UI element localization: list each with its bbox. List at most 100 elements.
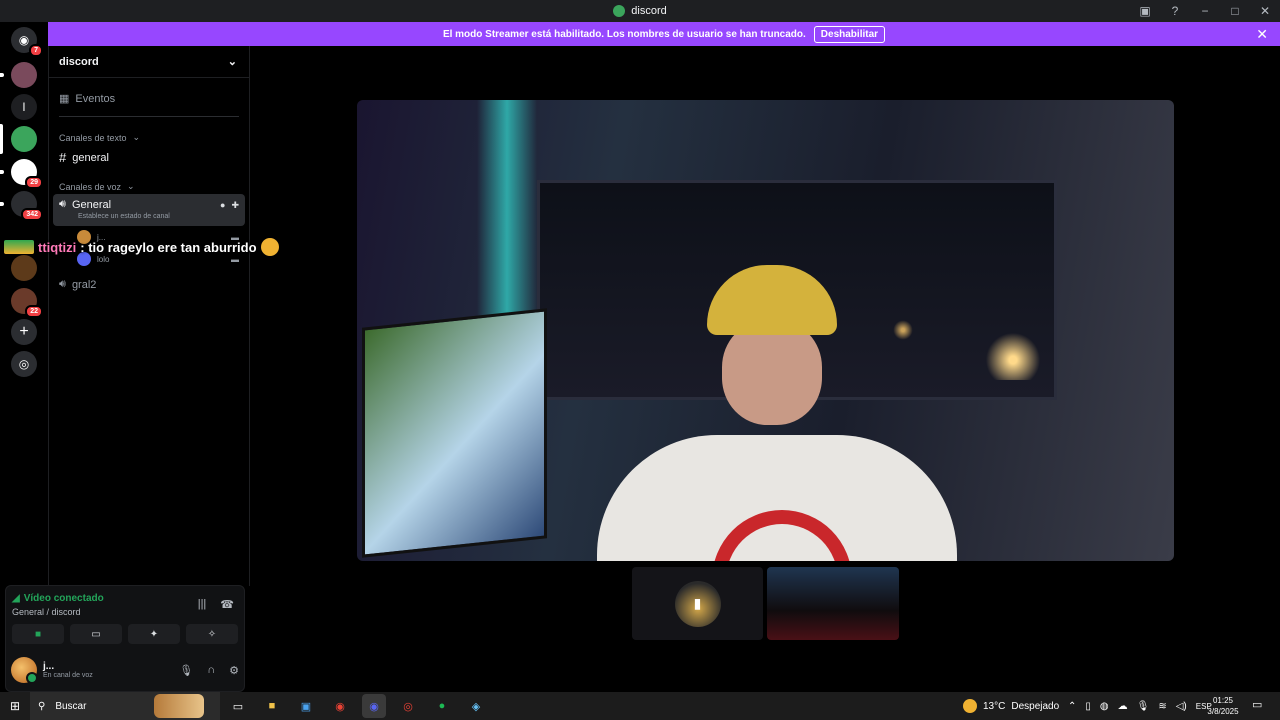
server-icon-7[interactable]: 22 bbox=[11, 288, 43, 318]
explore-servers-button[interactable]: ◎ bbox=[11, 351, 37, 377]
server-icon-1[interactable] bbox=[11, 62, 37, 88]
close-window-button[interactable]: ✕ bbox=[1250, 4, 1280, 18]
headphones-icon[interactable]: ∩ bbox=[207, 664, 215, 677]
soundboard-button[interactable]: ✧ bbox=[186, 624, 238, 644]
volume-icon[interactable]: ◁) bbox=[1176, 701, 1187, 712]
face bbox=[722, 320, 822, 425]
home-badge: 7 bbox=[29, 44, 43, 57]
events-label: Eventos bbox=[75, 92, 116, 105]
weather-temp: 13°C bbox=[983, 700, 1006, 712]
task-view-icon[interactable]: ▭ bbox=[226, 694, 250, 718]
search-highlight-image bbox=[154, 694, 204, 718]
voice-connection-panel: ◢ Vídeo conectado General / discord ||| … bbox=[5, 585, 245, 692]
hashtag-icon: # bbox=[59, 150, 67, 165]
streamer-mode-banner: El modo Streamer está habilitado. Los no… bbox=[48, 22, 1280, 46]
noise-suppression-icon[interactable]: ||| bbox=[198, 598, 207, 611]
video-stage: ▮ bbox=[250, 46, 1280, 692]
participant-tile-1[interactable]: ▮ bbox=[632, 567, 763, 640]
server-icon-6[interactable] bbox=[11, 255, 37, 281]
voice-channel-gral2[interactable]: 🔊︎ gral2 bbox=[53, 278, 245, 291]
windows-start-icon[interactable]: ⊞ bbox=[0, 699, 30, 713]
voice-status[interactable]: ◢ Vídeo conectado bbox=[12, 593, 104, 604]
selected-server-indicator bbox=[0, 124, 3, 154]
calendar-icon: ▦ bbox=[59, 93, 70, 105]
minimize-button[interactable]: − bbox=[1190, 4, 1220, 18]
text-channels-category[interactable]: Canales de texto ⌄ bbox=[53, 132, 245, 143]
crown-icon bbox=[4, 240, 34, 254]
tray-app-icon[interactable]: ▯ bbox=[1085, 701, 1091, 712]
server-icon-2-letter: l bbox=[22, 100, 26, 114]
channel-general[interactable]: # general bbox=[53, 150, 245, 165]
text-category-label: Canales de texto bbox=[59, 132, 127, 143]
store-icon[interactable]: ▣ bbox=[294, 694, 318, 718]
server-7-badge: 22 bbox=[25, 305, 43, 318]
add-icon: + bbox=[19, 323, 29, 340]
settings-gear-icon[interactable]: ⚙ bbox=[229, 664, 239, 677]
screen-share-button[interactable]: ▭ bbox=[70, 624, 122, 644]
chevron-up-icon[interactable]: ⌃ bbox=[1068, 701, 1076, 712]
channel-status-placeholder[interactable]: Establece un estado de canal bbox=[78, 213, 239, 220]
main-video-feed[interactable] bbox=[357, 100, 1174, 561]
camera-off-icon: ▮ bbox=[693, 595, 702, 611]
server-icon-4[interactable]: 29 bbox=[11, 159, 43, 189]
guild-name: discord bbox=[59, 55, 99, 68]
screen-share-icon: ▭ bbox=[91, 628, 101, 640]
network-icon[interactable]: ≋ bbox=[1158, 701, 1166, 712]
clock[interactable]: 01:25 3/8/2025 bbox=[1200, 695, 1246, 717]
window-title: discord bbox=[613, 5, 667, 17]
spotify-icon[interactable]: ● bbox=[430, 694, 454, 718]
soundboard-icon: ✧ bbox=[207, 628, 217, 640]
help-icon[interactable]: ? bbox=[1160, 4, 1190, 18]
chrome-icon[interactable]: ◉ bbox=[328, 694, 352, 718]
voice-channel-general[interactable]: 🔊︎ General Establece un estado de canal … bbox=[53, 194, 245, 226]
invite-icon[interactable]: ✚ bbox=[231, 200, 239, 211]
shirt bbox=[597, 435, 957, 561]
voice-location[interactable]: General / discord bbox=[12, 607, 81, 617]
events-item[interactable]: ▦ Eventos bbox=[53, 92, 245, 106]
chat-icon[interactable]: ● bbox=[220, 200, 225, 211]
participant-avatar: ▮ bbox=[674, 580, 721, 627]
add-server-button[interactable]: + bbox=[11, 319, 37, 345]
speaker-icon: 🔊︎ bbox=[59, 198, 66, 210]
obs-icon[interactable]: ◎ bbox=[396, 694, 420, 718]
server-icon-3[interactable] bbox=[11, 126, 37, 152]
windows-taskbar: ⊞ ⚲ Buscar ▭ ■ ▣ ◉ ◉ ◎ ● ◈ 13°C Despejad… bbox=[0, 692, 1280, 720]
maximize-button[interactable]: □ bbox=[1220, 4, 1250, 18]
server-4-badge: 29 bbox=[25, 176, 43, 189]
user-panel: j... En canal de voz 🎙︎ ∩ ⚙ bbox=[11, 654, 239, 686]
inbox-icon[interactable]: ▣ bbox=[1130, 4, 1160, 18]
weather-widget[interactable]: 13°C Despejado bbox=[963, 692, 1059, 720]
microphone-icon[interactable]: 🎙︎ bbox=[1137, 701, 1150, 712]
participant-tile-2[interactable] bbox=[767, 567, 899, 640]
channel-sidebar: discord ⌄ ▦ Eventos Canales de texto ⌄ #… bbox=[48, 46, 250, 586]
clock-time: 01:25 bbox=[1212, 696, 1234, 705]
user-avatar[interactable] bbox=[11, 657, 38, 684]
divider bbox=[59, 116, 239, 117]
tray-app-icon[interactable]: ☁ bbox=[1118, 701, 1128, 712]
guild-header[interactable]: discord ⌄ bbox=[49, 46, 249, 78]
discord-taskbar-icon[interactable]: ◉ bbox=[362, 694, 386, 718]
tray-app-icon[interactable]: ◍ bbox=[1100, 701, 1109, 712]
server-icon-2[interactable]: l bbox=[11, 94, 37, 120]
file-explorer-icon[interactable]: ■ bbox=[260, 694, 284, 718]
overlay-chat-text: : tio rageylo ere tan aburrido bbox=[80, 239, 257, 255]
disable-streamer-mode-button[interactable]: Deshabilitar bbox=[813, 25, 886, 43]
direct-messages-button[interactable]: ◉ 7 bbox=[11, 27, 43, 57]
steam-icon[interactable]: ◈ bbox=[464, 694, 488, 718]
server-icon-5[interactable]: 342 bbox=[11, 191, 43, 221]
banner-close-icon[interactable]: ✕ bbox=[1256, 26, 1268, 43]
disconnect-icon[interactable]: ☎ bbox=[220, 598, 234, 611]
monitor-screen bbox=[362, 308, 547, 558]
speaker-icon: 🔊︎ bbox=[59, 278, 66, 290]
activities-button[interactable]: ✦ bbox=[128, 624, 180, 644]
search-icon: ⚲ bbox=[38, 700, 46, 712]
notifications-icon[interactable]: ▭ bbox=[1252, 698, 1262, 711]
voice-status-text: Vídeo conectado bbox=[23, 593, 104, 604]
voice-channels-category[interactable]: Canales de voz ⌄ bbox=[53, 181, 245, 192]
discord-logo-icon: ◉ bbox=[18, 33, 30, 47]
unread-pip bbox=[0, 202, 4, 206]
taskbar-search[interactable]: ⚲ Buscar bbox=[30, 692, 220, 720]
camera-button[interactable]: ■ bbox=[12, 624, 64, 644]
microphone-icon[interactable]: 🎙︎ bbox=[179, 664, 193, 677]
overlay-chat-username: ttiqtizi bbox=[38, 239, 77, 255]
